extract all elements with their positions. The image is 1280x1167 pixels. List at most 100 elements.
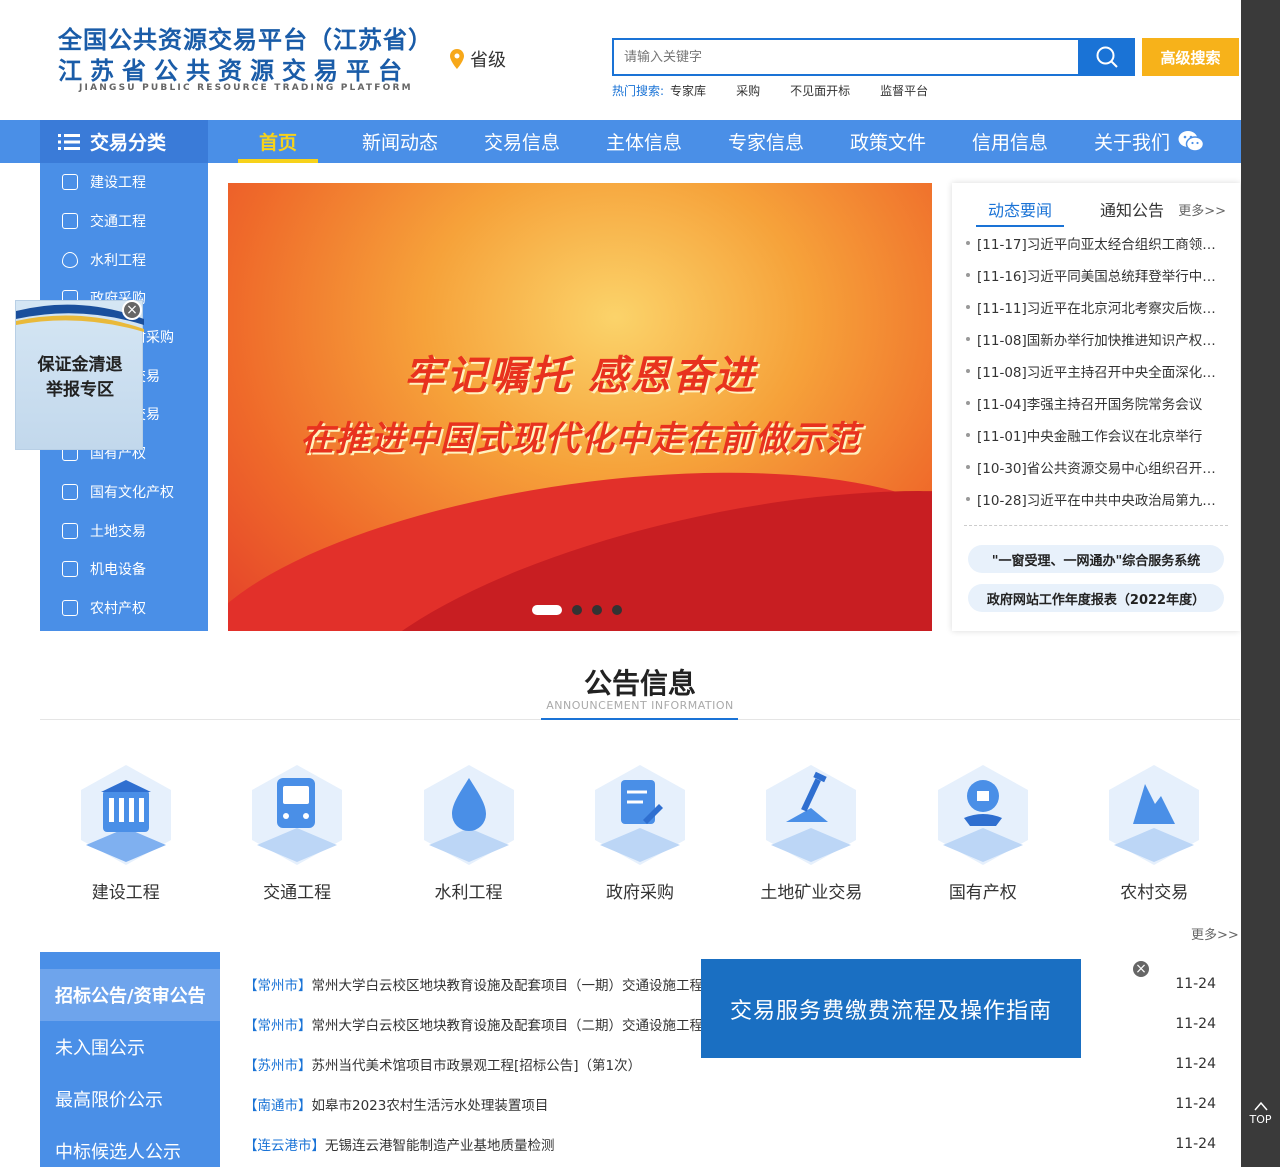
scroll-gutter [1241, 0, 1280, 1167]
deposit-report-card[interactable]: 保证金清退 举报专区 [15, 300, 144, 450]
back-to-top-label: TOP [1249, 1113, 1272, 1126]
nav-menu: 首页 新闻动态 交易信息 主体信息 专家信息 政策文件 信用信息 关于我们 [238, 120, 1193, 163]
category-item[interactable]: 建设工程 [40, 163, 208, 202]
location-label: 省级 [470, 50, 506, 71]
tab-news[interactable]: 动态要闻 [976, 197, 1065, 227]
land-icon [62, 522, 78, 539]
bus-icon [252, 765, 343, 865]
news-item[interactable]: [11-04]李强主持召开国务院常务会议 [966, 387, 1228, 419]
announcement-category-label: 农村交易 [1120, 883, 1189, 903]
news-tabs: 动态要闻 通知公告 [976, 197, 1176, 227]
tab-notices[interactable]: 通知公告 [1088, 197, 1176, 227]
news-item[interactable]: [11-01]中央金融工作会议在北京举行 [966, 419, 1228, 451]
announcement-categories: 建设工程 交通工程 水利工程 政府采购 土地矿业交易 国有产权 农村交易 [40, 760, 1240, 903]
nav-policy[interactable]: 政策文件 [827, 120, 949, 163]
tab-tender-announcement[interactable]: 招标公告/资审公告 [40, 969, 220, 1021]
menu-icon [58, 133, 80, 150]
wechat-icon[interactable] [1178, 130, 1204, 152]
annual-report-button[interactable]: 政府网站工作年度报表（2022年度） [968, 584, 1224, 612]
news-item[interactable]: [11-08]习近平主持召开中央全面深化改革委员会第三次会议 [966, 355, 1228, 387]
news-item[interactable]: [11-17]习近平向亚太经合组织工商领导人峰会发表书面演讲 [966, 227, 1228, 259]
section-title: 公告信息 [583, 667, 696, 700]
deposit-card-close-icon[interactable]: × [122, 300, 142, 320]
row-city: 【南通市】 [244, 1098, 312, 1114]
hot-keyword[interactable]: 监督平台 [880, 82, 928, 99]
layers-icon [62, 483, 78, 500]
announcement-row[interactable]: 【南通市】 如皋市2023农村生活污水处理装置项目 11-24 [244, 1084, 1220, 1124]
category-item[interactable]: 交通工程 [40, 202, 208, 241]
tab-winning-candidate[interactable]: 中标候选人公示 [40, 1125, 220, 1167]
nav-credit[interactable]: 信用信息 [949, 120, 1071, 163]
logo-title-line1[interactable]: 全国公共资源交易平台（江苏省） [58, 20, 433, 55]
category-item[interactable]: 农村产权 [40, 589, 208, 628]
announcement-category[interactable]: 水利工程 [383, 760, 554, 903]
row-city: 【连云港市】 [244, 1138, 325, 1154]
announcement-more-link[interactable]: 更多>> [1191, 924, 1239, 943]
deposit-report-text: 保证金清退 举报专区 [16, 353, 144, 403]
announcement-category[interactable]: 政府采购 [554, 760, 725, 903]
category-item[interactable]: 土地交易 [40, 511, 208, 550]
hot-keyword[interactable]: 采购 [736, 82, 760, 99]
logo-english: JIANGSU PUBLIC RESOURCE TRADING PLATFORM [79, 83, 413, 93]
row-title: 常州大学白云校区地块教育设施及配套项目（一期）交通设施工程 [311, 978, 704, 994]
category-header[interactable]: 交易分类 [40, 120, 208, 163]
search-input[interactable] [614, 40, 1078, 74]
back-to-top-button[interactable]: TOP [1241, 1095, 1280, 1135]
category-item[interactable]: 机电设备 [40, 550, 208, 589]
news-item[interactable]: [10-28]习近平在中共中央政治局第九次集体学习时强调 [966, 483, 1228, 515]
hot-keyword[interactable]: 不见面开标 [790, 82, 850, 99]
guide-close-icon[interactable]: × [1131, 959, 1151, 979]
announcement-category[interactable]: 交通工程 [211, 760, 382, 903]
news-item[interactable]: [10-30]省公共资源交易中心组织召开工作会议 [966, 451, 1228, 483]
announcement-category-label: 建设工程 [91, 883, 160, 903]
nav-expert-info[interactable]: 专家信息 [705, 120, 827, 163]
news-item[interactable]: [11-11]习近平在北京河北考察灾后恢复重建工作 [966, 291, 1228, 323]
bus-icon [62, 213, 78, 230]
nav-subject-info[interactable]: 主体信息 [583, 120, 705, 163]
logo-title-line2[interactable]: 江苏省公共资源交易平台 [58, 51, 410, 86]
announcement-category[interactable]: 土地矿业交易 [726, 760, 897, 903]
carousel-dot[interactable] [532, 605, 562, 615]
advanced-search-button[interactable]: 高级搜索 [1142, 38, 1239, 76]
water-drop-icon [423, 765, 514, 865]
category-title: 交易分类 [90, 132, 167, 154]
hero-banner[interactable]: 牢记嘱托 感恩奋进 在推进中国式现代化中走在前做示范 [228, 183, 932, 631]
location-pin-icon [450, 49, 464, 69]
news-item[interactable]: [11-16]习近平同美国总统拜登举行中美元首会晤 [966, 259, 1228, 291]
carousel-dot[interactable] [572, 605, 582, 615]
building-icon [80, 765, 171, 865]
tab-max-price[interactable]: 最高限价公示 [40, 1073, 220, 1125]
nav-home[interactable]: 首页 [238, 120, 318, 163]
carousel-dot[interactable] [612, 605, 622, 615]
announcement-category-label: 交通工程 [263, 883, 332, 903]
category-label: 机电设备 [90, 562, 146, 579]
news-more-link[interactable]: 更多>> [1178, 200, 1226, 219]
category-label: 农村产权 [90, 600, 146, 617]
category-item[interactable]: 水利工程 [40, 240, 208, 279]
search-button[interactable] [1078, 38, 1135, 76]
announcement-row[interactable]: 【连云港市】 无锡连云港智能制造产业基地质量检测 11-24 [244, 1124, 1220, 1164]
property-icon [937, 765, 1028, 865]
news-item[interactable]: [11-08]国新办举行加快推进知识产权强国建设有关情况发布会 [966, 323, 1228, 355]
announcement-category[interactable]: 建设工程 [40, 760, 211, 903]
one-window-service-button[interactable]: "一窗受理、一网通办"综合服务系统 [968, 545, 1224, 573]
location-selector[interactable]: 省级 [450, 46, 506, 72]
announcement-category[interactable]: 农村交易 [1069, 760, 1240, 903]
farm-icon [1109, 765, 1200, 865]
category-item[interactable]: 国有文化产权 [40, 473, 208, 512]
nav-about[interactable]: 关于我们 [1071, 120, 1193, 163]
row-date: 11-24 [1175, 1056, 1216, 1072]
nav-trade-info[interactable]: 交易信息 [461, 120, 583, 163]
fee-payment-guide-banner[interactable]: 交易服务费缴费流程及操作指南 [701, 959, 1081, 1058]
row-title: 如皋市2023农村生活污水处理装置项目 [311, 1098, 549, 1114]
tab-not-shortlisted[interactable]: 未入围公示 [40, 1021, 220, 1073]
row-city: 【常州市】 [244, 978, 312, 994]
section-divider-accent [541, 718, 738, 720]
carousel-dot[interactable] [592, 605, 602, 615]
hot-search-label: 热门搜索: [612, 84, 665, 98]
announcement-category-label: 国有产权 [948, 883, 1017, 903]
page: 全国公共资源交易平台（江苏省） 江苏省公共资源交易平台 JIANGSU PUBL… [0, 0, 1280, 1167]
hot-keyword[interactable]: 专家库 [670, 82, 706, 99]
announcement-category[interactable]: 国有产权 [897, 760, 1068, 903]
nav-news[interactable]: 新闻动态 [339, 120, 461, 163]
